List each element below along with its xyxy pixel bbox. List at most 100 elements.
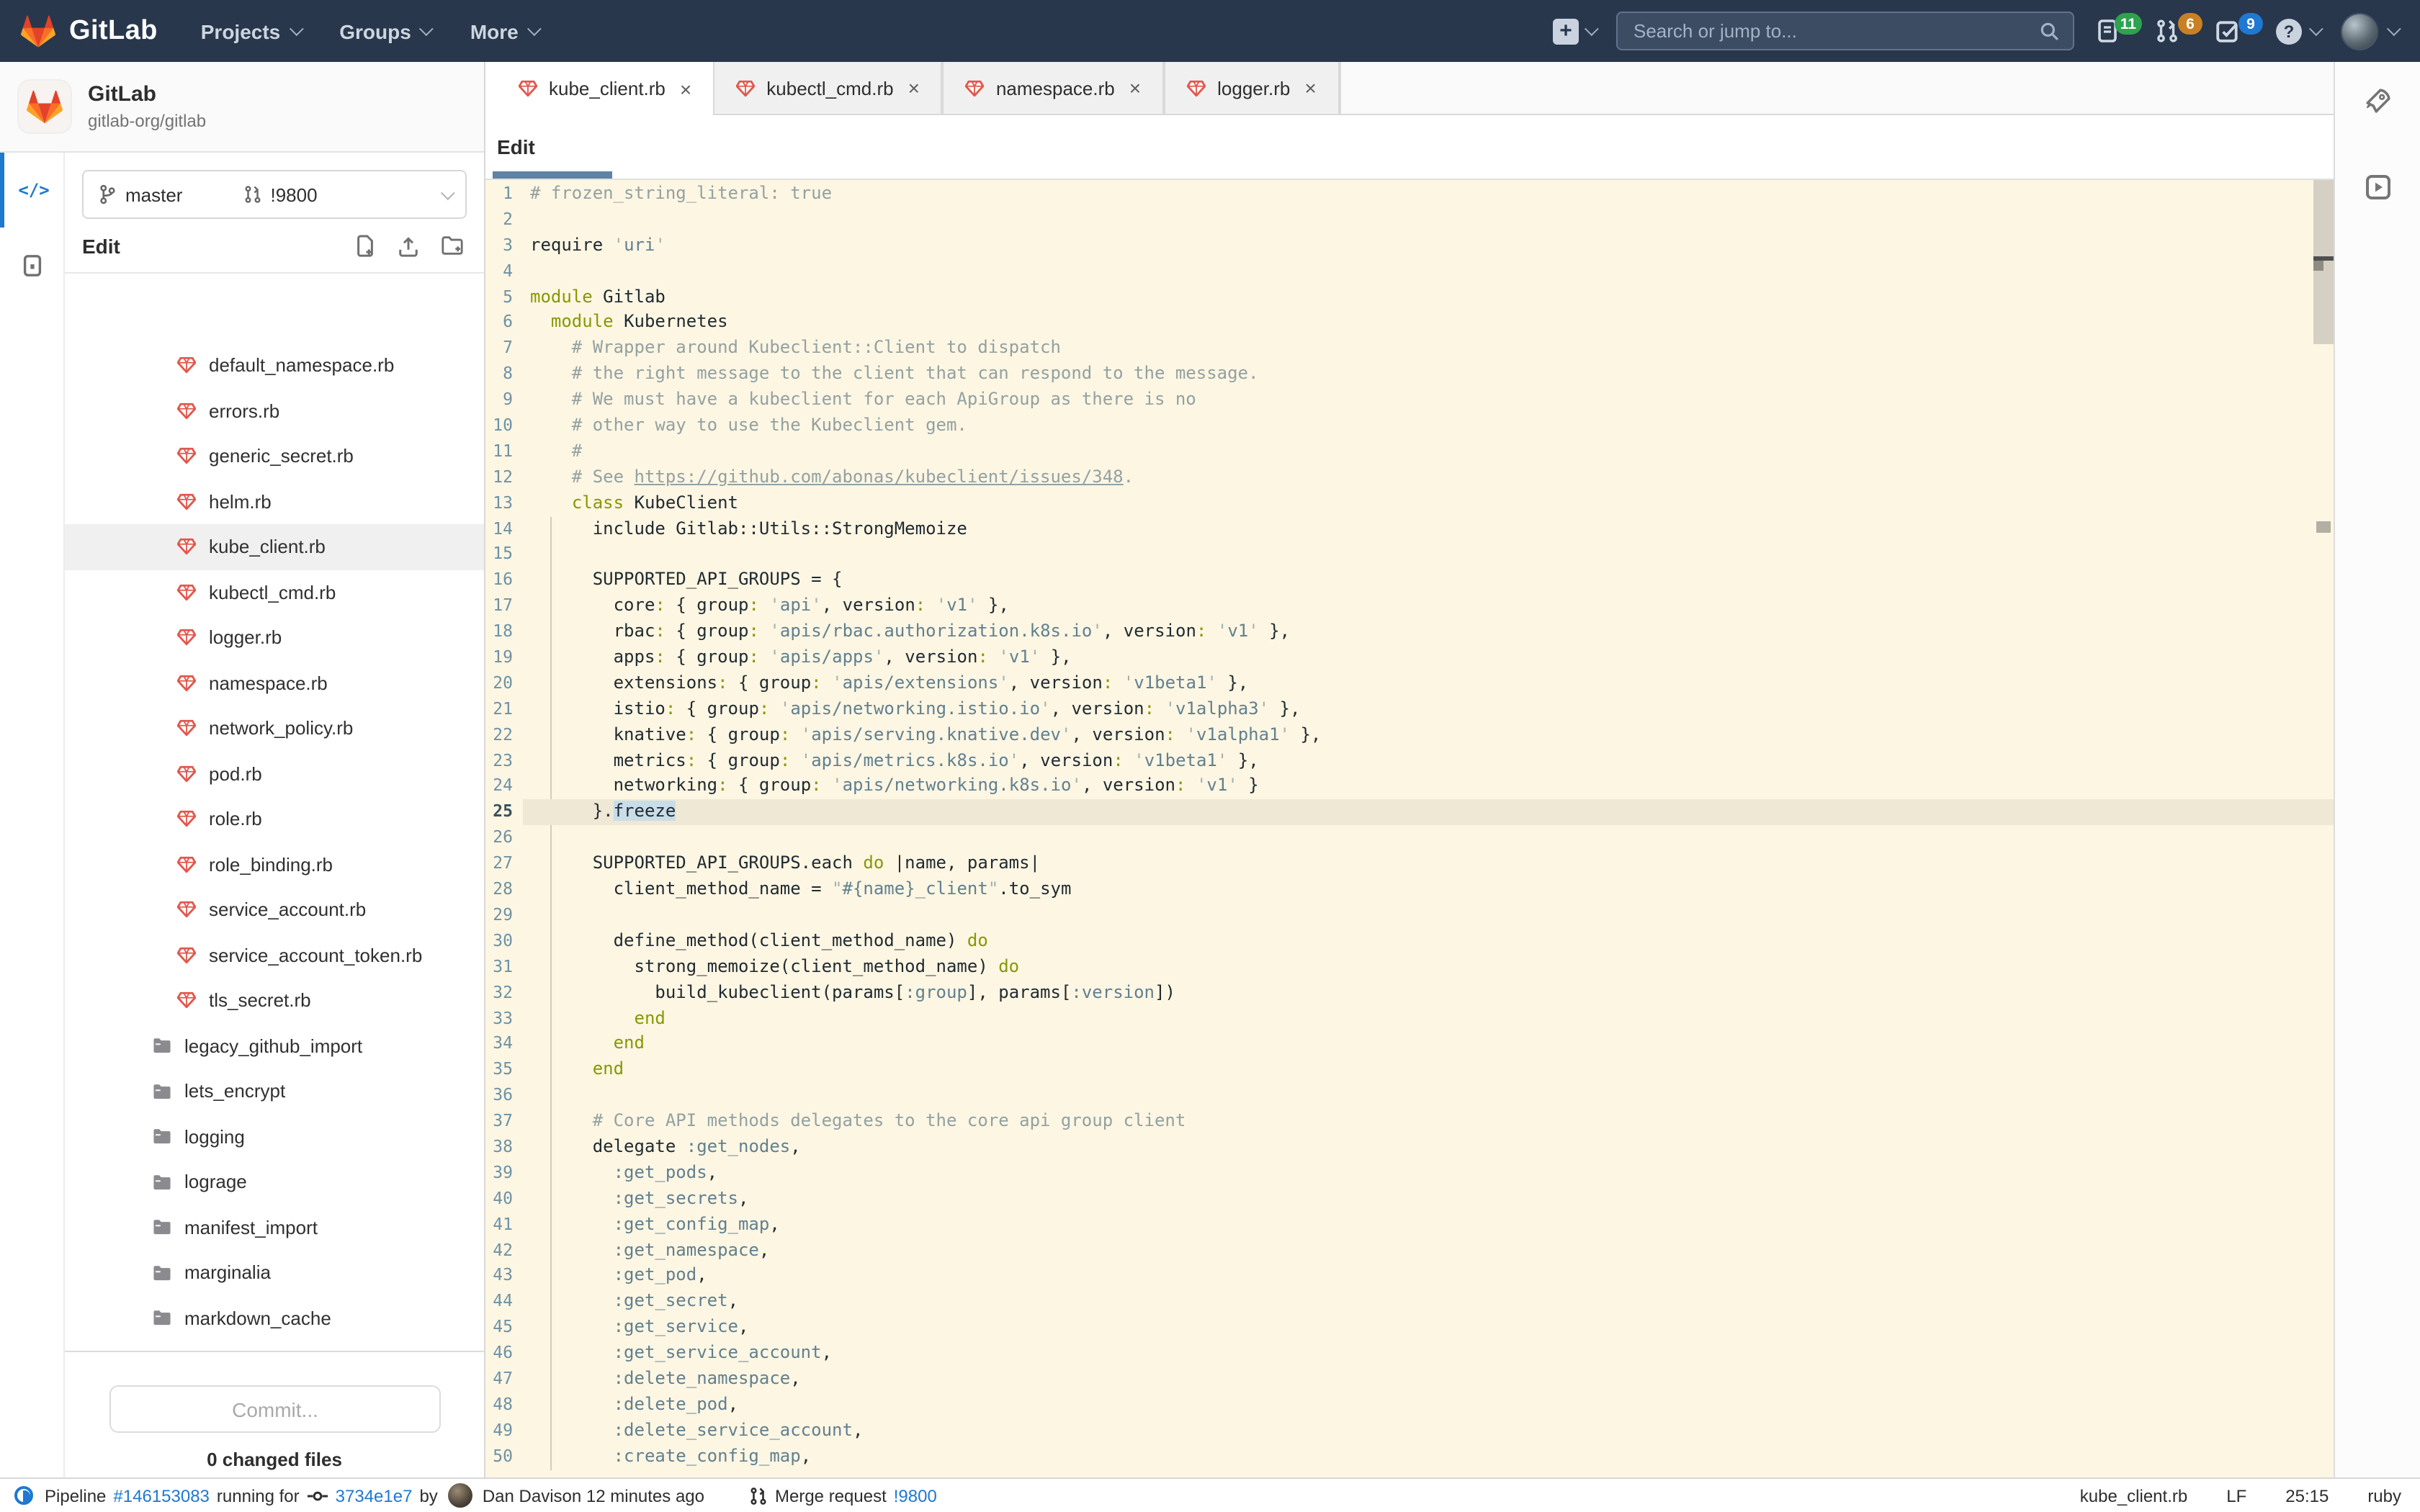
code-line-12[interactable]: 12 # See https://github.com/abonas/kubec… xyxy=(485,465,2334,491)
code-line-2[interactable]: 2 xyxy=(485,207,2334,233)
code-line-50[interactable]: 50 :create_config_map, xyxy=(485,1444,2334,1470)
line-number[interactable]: 27 xyxy=(485,851,523,877)
code-line-33[interactable]: 33 end xyxy=(485,1006,2334,1032)
code-line-42[interactable]: 42 :get_namespace, xyxy=(485,1238,2334,1264)
line-number[interactable]: 10 xyxy=(485,413,523,439)
statusbar-language[interactable]: ruby xyxy=(2367,1485,2401,1506)
line-number[interactable]: 2 xyxy=(485,207,523,233)
branch-selector[interactable]: master !9800 xyxy=(82,170,467,219)
line-number[interactable]: 6 xyxy=(485,310,523,336)
line-number[interactable]: 39 xyxy=(485,1161,523,1187)
code-line-36[interactable]: 36 xyxy=(485,1083,2334,1109)
tree-item-tls_secret.rb[interactable]: tls_secret.rb xyxy=(65,978,484,1023)
code-line-45[interactable]: 45 :get_service, xyxy=(485,1315,2334,1341)
line-number[interactable]: 16 xyxy=(485,568,523,594)
code-line-9[interactable]: 9 # We must have a kubeclient for each A… xyxy=(485,387,2334,413)
tree-item-logger.rb[interactable]: logger.rb xyxy=(65,615,484,660)
line-number[interactable]: 5 xyxy=(485,284,523,310)
line-number[interactable]: 41 xyxy=(485,1212,523,1238)
line-number[interactable]: 20 xyxy=(485,671,523,697)
tree-item-default_namespace.rb[interactable]: default_namespace.rb xyxy=(65,357,484,388)
global-search[interactable] xyxy=(1616,12,2074,50)
line-number[interactable]: 21 xyxy=(485,697,523,723)
rail-item-review[interactable] xyxy=(0,228,63,302)
line-number[interactable]: 46 xyxy=(485,1341,523,1367)
commit-button[interactable]: Commit... xyxy=(109,1385,441,1433)
code-line-32[interactable]: 32 build_kubeclient(params[:group], para… xyxy=(485,980,2334,1006)
line-number[interactable]: 44 xyxy=(485,1290,523,1315)
merge-requests-button[interactable]: 6 xyxy=(2155,13,2202,43)
tree-item-network_policy.rb[interactable]: network_policy.rb xyxy=(65,706,484,751)
line-number[interactable]: 49 xyxy=(485,1418,523,1444)
code-line-28[interactable]: 28 client_method_name = "#{name}_client"… xyxy=(485,877,2334,903)
code-line-31[interactable]: 31 strong_memoize(client_method_name) do xyxy=(485,954,2334,980)
code-line-7[interactable]: 7 # Wrapper around Kubeclient::Client to… xyxy=(485,336,2334,362)
code-line-6[interactable]: 6 module Kubernetes xyxy=(485,310,2334,336)
code-line-41[interactable]: 41 :get_config_map, xyxy=(485,1212,2334,1238)
line-number[interactable]: 15 xyxy=(485,542,523,568)
line-number[interactable]: 38 xyxy=(485,1135,523,1161)
code-line-10[interactable]: 10 # other way to use the Kubeclient gem… xyxy=(485,413,2334,439)
rail-item-edit[interactable]: </> xyxy=(0,153,63,228)
line-number[interactable]: 26 xyxy=(485,826,523,852)
code-line-19[interactable]: 19 apps: { group: 'apis/apps', version: … xyxy=(485,645,2334,671)
line-number[interactable]: 9 xyxy=(485,387,523,413)
new-file-button[interactable] xyxy=(354,234,376,257)
code-line-4[interactable]: 4 xyxy=(485,258,2334,284)
tree-item-service_account.rb[interactable]: service_account.rb xyxy=(65,887,484,932)
nav-item-more[interactable]: More xyxy=(470,19,542,42)
tree-item-metrics[interactable]: metrics xyxy=(65,1341,484,1351)
line-number[interactable]: 35 xyxy=(485,1058,523,1084)
line-number[interactable]: 33 xyxy=(485,1006,523,1032)
line-number[interactable]: 17 xyxy=(485,594,523,620)
code-line-15[interactable]: 15 xyxy=(485,542,2334,568)
tree-item-role_binding.rb[interactable]: role_binding.rb xyxy=(65,842,484,887)
code-line-11[interactable]: 11 # xyxy=(485,439,2334,465)
code-line-38[interactable]: 38 delegate :get_nodes, xyxy=(485,1135,2334,1161)
line-number[interactable]: 40 xyxy=(485,1186,523,1212)
line-number[interactable]: 13 xyxy=(485,490,523,516)
line-number[interactable]: 19 xyxy=(485,645,523,671)
tab-kube_client.rb[interactable]: kube_client.rb × xyxy=(497,62,714,115)
tree-item-marginalia[interactable]: marginalia xyxy=(65,1250,484,1295)
code-line-40[interactable]: 40 :get_secrets, xyxy=(485,1186,2334,1212)
line-number[interactable]: 24 xyxy=(485,774,523,800)
code-line-8[interactable]: 8 # the right message to the client that… xyxy=(485,361,2334,387)
line-number[interactable]: 11 xyxy=(485,439,523,465)
tree-item-markdown_cache[interactable]: markdown_cache xyxy=(65,1295,484,1341)
code-line-46[interactable]: 46 :get_service_account, xyxy=(485,1341,2334,1367)
nav-item-groups[interactable]: Groups xyxy=(339,19,434,42)
code-line-25[interactable]: 25 }.freeze xyxy=(485,799,2334,826)
mr-id-link[interactable]: !9800 xyxy=(894,1485,937,1506)
line-number[interactable]: 43 xyxy=(485,1264,523,1290)
code-line-26[interactable]: 26 xyxy=(485,826,2334,852)
line-number[interactable]: 4 xyxy=(485,258,523,284)
statusbar-eol[interactable]: LF xyxy=(2226,1485,2246,1506)
tab-logger.rb[interactable]: logger.rb × xyxy=(1164,62,1340,115)
pipelines-button[interactable] xyxy=(2363,173,2392,202)
todos-button[interactable]: 9 xyxy=(2215,13,2263,43)
code-line-17[interactable]: 17 core: { group: 'api', version: 'v1' }… xyxy=(485,594,2334,620)
pipeline-status[interactable]: Pipeline #146153083 running for 3734e1e7… xyxy=(14,1483,937,1508)
line-number[interactable]: 34 xyxy=(485,1032,523,1058)
code-line-22[interactable]: 22 knative: { group: 'apis/serving.knati… xyxy=(485,722,2334,748)
code-line-5[interactable]: 5 module Gitlab xyxy=(485,284,2334,310)
tree-item-role.rb[interactable]: role.rb xyxy=(65,796,484,842)
merge-request-status[interactable]: Merge request !9800 xyxy=(749,1485,937,1506)
code-line-29[interactable]: 29 xyxy=(485,903,2334,929)
line-number[interactable]: 36 xyxy=(485,1083,523,1109)
tree-item-legacy_github_import[interactable]: legacy_github_import xyxy=(65,1023,484,1068)
code-line-14[interactable]: 14 include Gitlab::Utils::StrongMemoize xyxy=(485,516,2334,542)
search-input[interactable] xyxy=(1631,19,2040,43)
code-line-21[interactable]: 21 istio: { group: 'apis/networking.isti… xyxy=(485,697,2334,723)
line-number[interactable]: 47 xyxy=(485,1367,523,1392)
line-number[interactable]: 7 xyxy=(485,336,523,362)
code-line-49[interactable]: 49 :delete_service_account, xyxy=(485,1418,2334,1444)
code-line-47[interactable]: 47 :delete_namespace, xyxy=(485,1367,2334,1392)
tree-item-logging[interactable]: logging xyxy=(65,1114,484,1159)
code-line-35[interactable]: 35 end xyxy=(485,1058,2334,1084)
live-preview-button[interactable] xyxy=(2363,86,2392,115)
line-number[interactable]: 32 xyxy=(485,980,523,1006)
code-line-48[interactable]: 48 :delete_pod, xyxy=(485,1392,2334,1418)
tree-item-generic_secret.rb[interactable]: generic_secret.rb xyxy=(65,433,484,479)
